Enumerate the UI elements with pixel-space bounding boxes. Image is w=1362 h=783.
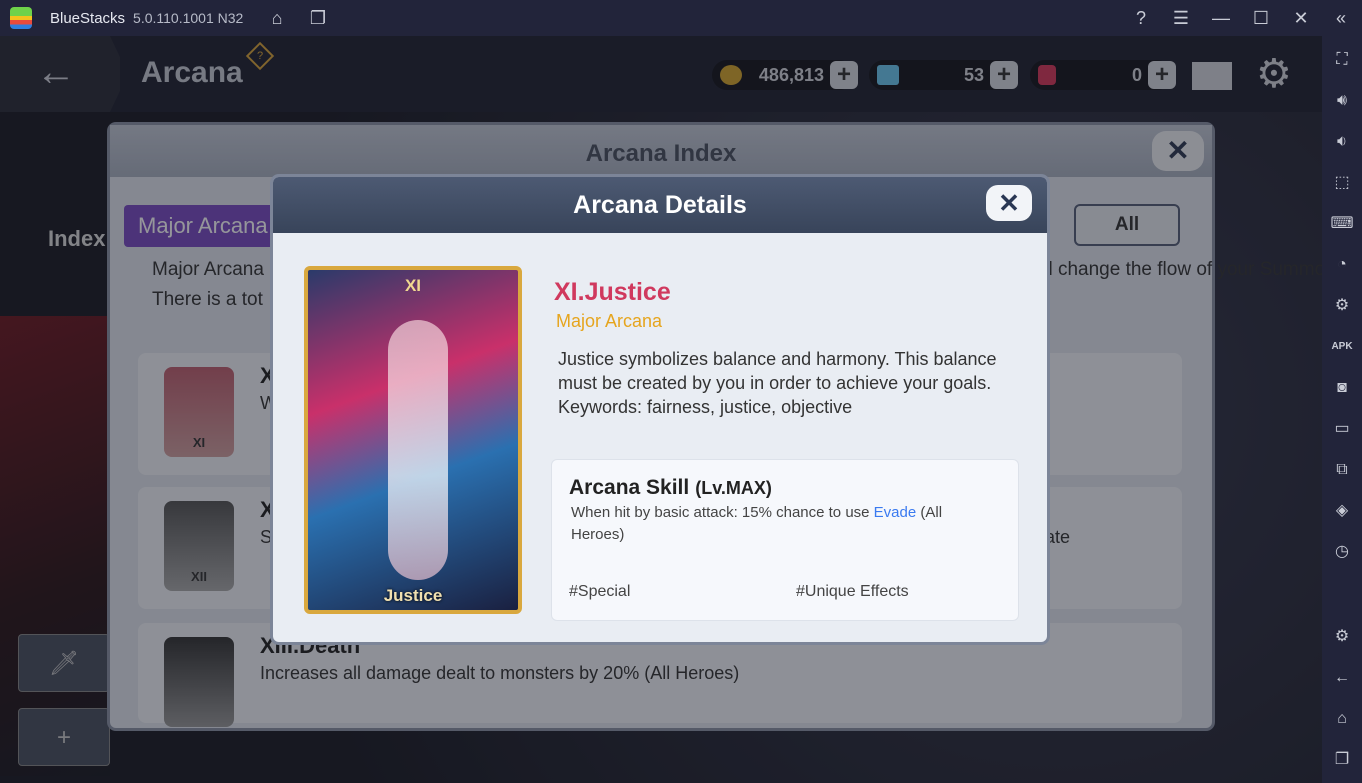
dialog-close-button[interactable]: ✕ (986, 185, 1032, 221)
record-icon[interactable]: ◔ (1330, 253, 1354, 277)
menu-icon[interactable]: ☰ (1169, 6, 1193, 30)
multi-window-icon[interactable]: ⧉ (1330, 458, 1354, 482)
keyboard-icon[interactable]: ⌨ (1330, 212, 1354, 236)
controls-icon[interactable]: ⚙ (1330, 294, 1354, 318)
skill-level: (Lv.MAX) (695, 478, 772, 498)
app-name: BlueStacks (50, 9, 126, 27)
tag-special: #Special (569, 583, 631, 600)
home-icon[interactable]: ⌂ (265, 6, 289, 30)
title-bar: BlueStacks 5.0.110.1001 N32 ⌂ ❐ ? ☰ — ☐ … (0, 0, 1362, 36)
apk-icon[interactable]: APK (1330, 335, 1354, 359)
arcana-details-dialog: Arcana Details ✕ XI Justice XI.Justice M… (273, 177, 1047, 642)
arcana-description: Justice symbolizes balance and harmony. … (558, 347, 1008, 419)
fullscreen-icon[interactable]: ⛶ (1330, 48, 1354, 72)
dialog-title: Arcana Details (273, 177, 1047, 233)
volume-up-icon[interactable]: 🔊︎ (1330, 89, 1354, 113)
skill-text: When hit by basic attack: 15% chance to … (571, 504, 943, 543)
game-viewport: ← Arcana ? 486,813 + 53 + 0 + ⚙ Index 🗡︎… (0, 36, 1322, 783)
right-sidebar: ⛶ 🔊︎ 🔉︎ ⬚ ⌨ ◔ ⚙ APK ◙ ▭ ⧉ ◈ ◷ ⚙ ← ⌂ ❐ (1322, 36, 1362, 783)
justice-card-art: XI Justice (304, 266, 522, 614)
arcana-skill-box: Arcana Skill (Lv.MAX) When hit by basic a… (551, 459, 1019, 621)
bluestacks-logo (10, 7, 32, 29)
screenshot-icon[interactable]: ◙ (1330, 376, 1354, 400)
tag-unique-effects: #Unique Effects (796, 583, 909, 600)
maximize-icon[interactable]: ☐ (1249, 6, 1273, 30)
back-icon[interactable]: ← (1330, 666, 1354, 690)
layers-icon[interactable]: ◈ (1330, 499, 1354, 523)
settings-icon[interactable]: ⚙ (1330, 625, 1354, 649)
home-icon[interactable]: ⌂ (1330, 707, 1354, 731)
card-name: Justice (383, 586, 443, 605)
skill-title: Arcana Skill (Lv.MAX) (569, 476, 772, 499)
recents-icon[interactable]: ❐ (1330, 748, 1354, 772)
close-icon[interactable]: ✕ (1289, 6, 1313, 30)
evade-link[interactable]: Evade (874, 504, 917, 521)
multi-instance-icon[interactable]: ❐ (306, 6, 330, 30)
card-number: XI (404, 276, 422, 295)
app-version: 5.0.110.1001 N32 (133, 10, 244, 26)
folder-icon[interactable]: ▭ (1330, 417, 1354, 441)
help-icon[interactable]: ? (1129, 6, 1153, 30)
volume-down-icon[interactable]: 🔉︎ (1330, 130, 1354, 154)
card-figure (388, 320, 448, 580)
pointer-icon[interactable]: ⬚ (1330, 171, 1354, 195)
arcana-type: Major Arcana (556, 311, 663, 331)
description-text: Justice symbolizes balance and harmony. … (558, 349, 997, 393)
keywords-text: Keywords: fairness, justice, objective (558, 397, 853, 417)
arcana-title: XI.Justice (554, 278, 671, 306)
collapse-icon[interactable]: « (1329, 6, 1353, 30)
minimize-icon[interactable]: — (1209, 6, 1233, 30)
speed-icon[interactable]: ◷ (1330, 540, 1354, 564)
